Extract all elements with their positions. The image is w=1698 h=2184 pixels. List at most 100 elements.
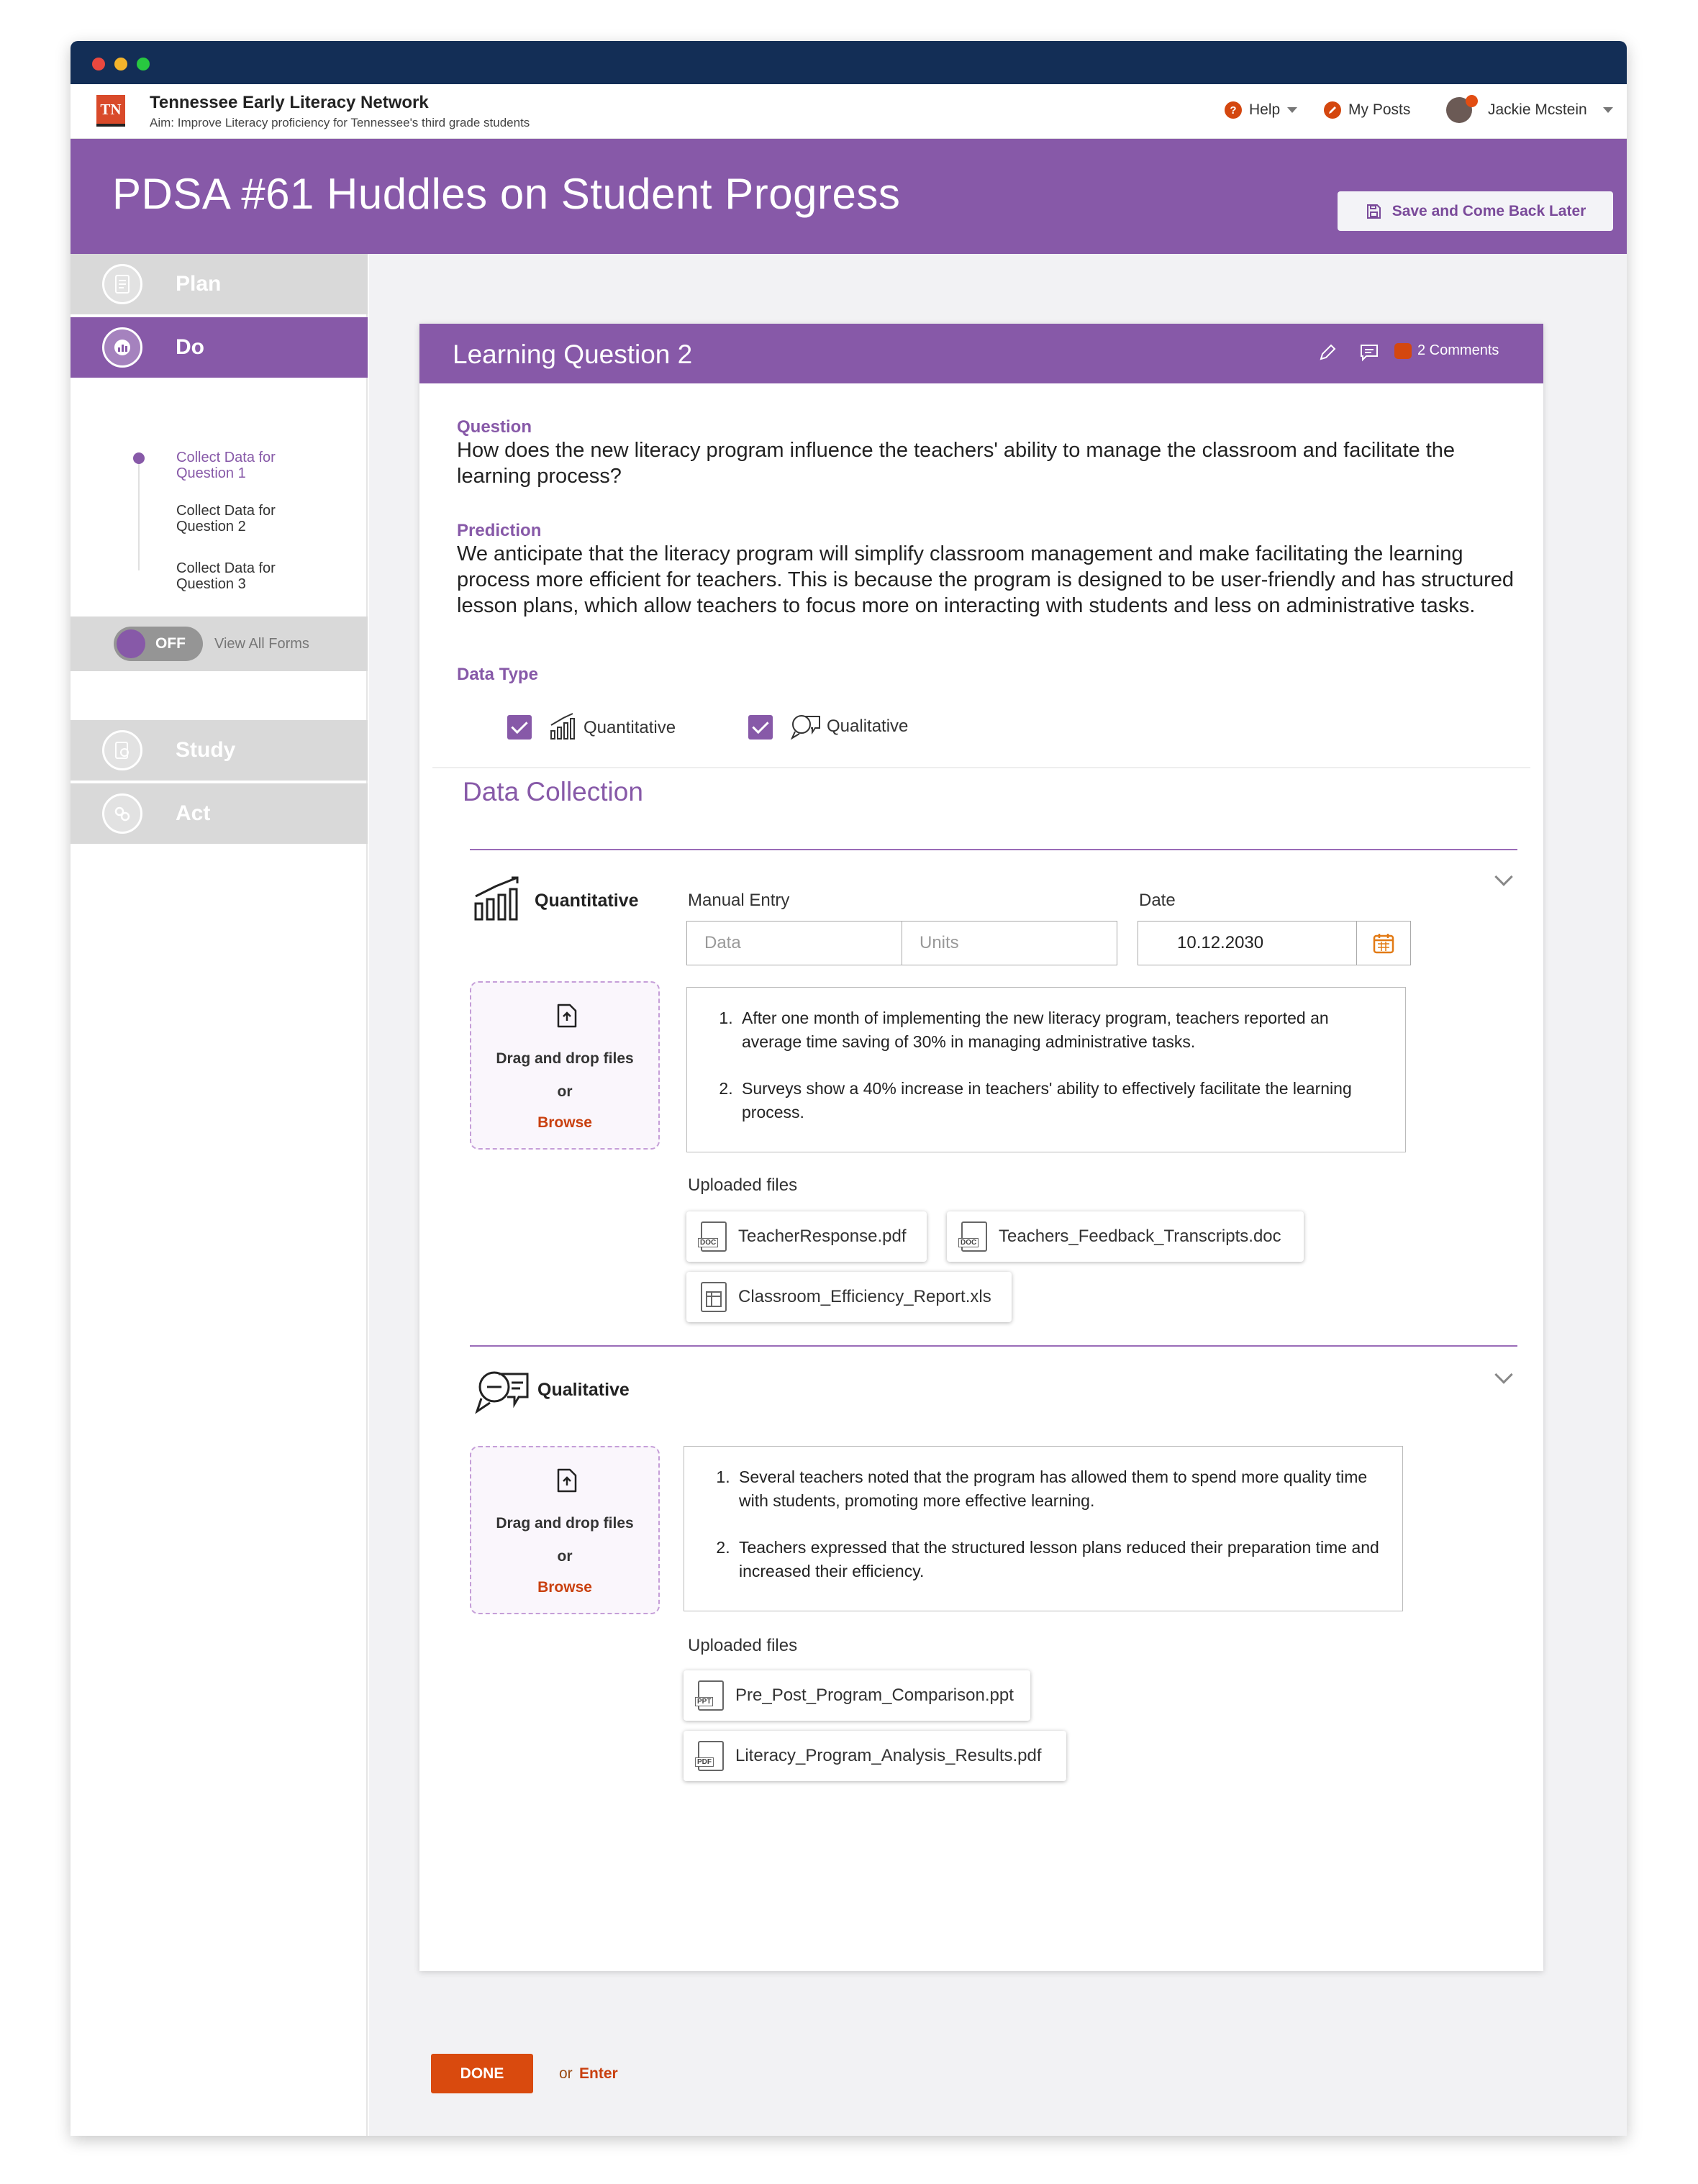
question-text: How does the new literacy program influe… [457, 439, 1456, 488]
quantitative-checkbox[interactable] [507, 715, 532, 740]
file-type-tag: DOC [958, 1238, 979, 1247]
qualitative-divider [470, 1345, 1517, 1347]
substep-question-2[interactable]: Collect Data for Question 2 [176, 503, 320, 534]
qualitative-conversation-icon [471, 1364, 532, 1428]
save-and-come-back-later-button[interactable]: Save and Come Back Later [1338, 191, 1613, 231]
calendar-button[interactable] [1356, 921, 1411, 965]
dropzone-or: or [557, 1548, 573, 1565]
dropzone-text: Drag and drop files [496, 1050, 634, 1067]
step-study[interactable]: Study [71, 720, 368, 781]
help-menu[interactable]: ? Help [1225, 101, 1298, 119]
pdf-file-icon: PDF [695, 1741, 724, 1771]
substep-question-3[interactable]: Collect Data for Question 3 [176, 560, 320, 592]
file-name: Pre_Post_Program_Comparison.ppt [735, 1685, 1014, 1705]
file-type-tag: PDF [695, 1757, 714, 1767]
step-do[interactable]: Do [71, 317, 368, 378]
chevron-down-icon[interactable] [1494, 1365, 1513, 1384]
file-chip[interactable]: PDF Literacy_Program_Analysis_Results.pd… [684, 1731, 1066, 1781]
page-header: PDSA #61 Huddles on Student Progress Sav… [71, 139, 1627, 254]
quantitative-notes[interactable]: After one month of implementing the new … [686, 987, 1406, 1152]
app-header: TN Tennessee Early Literacy Network Aim:… [71, 84, 1627, 139]
my-posts-link[interactable]: My Posts [1324, 101, 1410, 119]
pencil-icon [1324, 101, 1341, 119]
qualitative-checkbox[interactable] [748, 715, 773, 740]
view-all-forms-row: OFF View All Forms [71, 616, 368, 671]
tn-logo[interactable]: TN [96, 95, 125, 127]
question-label: Question [457, 417, 532, 437]
maximize-window-button[interactable] [137, 58, 150, 70]
comment-icon[interactable] [1359, 342, 1379, 366]
view-all-forms-label: View All Forms [214, 636, 309, 652]
step-plan-label: Plan [176, 272, 222, 296]
page-title: PDSA #61 Huddles on Student Progress [112, 170, 901, 218]
substep-track [138, 455, 140, 570]
file-name: Literacy_Program_Analysis_Results.pdf [735, 1746, 1042, 1765]
step-act-label: Act [176, 801, 211, 825]
help-label: Help [1249, 101, 1281, 118]
window-titlebar [71, 41, 1627, 84]
gears-icon [102, 793, 142, 834]
magnifier-document-icon [102, 730, 142, 770]
qualitative-section-title: Qualitative [537, 1380, 630, 1400]
card-title: Learning Question 2 [453, 340, 693, 369]
org-name: Tennessee Early Literacy Network [150, 93, 429, 112]
or-text: or [559, 2065, 573, 2082]
prediction-label: Prediction [457, 521, 542, 540]
user-name: Jackie Mcstein [1488, 101, 1587, 118]
file-name: Teachers_Feedback_Transcripts.doc [999, 1227, 1281, 1246]
step-plan[interactable]: Plan [71, 254, 368, 314]
uploaded-files-label: Uploaded files [688, 1175, 798, 1195]
file-chip[interactable]: DOC Teachers_Feedback_Transcripts.doc [947, 1211, 1304, 1262]
enter-shortcut: Enter [579, 2065, 618, 2082]
list-item: Several teachers noted that the program … [735, 1465, 1381, 1513]
close-window-button[interactable] [92, 58, 105, 70]
list-item: Teachers expressed that the structured l… [735, 1536, 1381, 1583]
edit-pencil-icon[interactable] [1317, 342, 1338, 366]
my-posts-label: My Posts [1348, 101, 1411, 118]
substep-question-1[interactable]: Collect Data for Question 1 [176, 450, 320, 481]
uploaded-files-label: Uploaded files [688, 1636, 798, 1655]
data-type-label: Data Type [457, 665, 538, 684]
qualitative-notes-list: Several teachers noted that the program … [727, 1465, 1381, 1583]
step-act[interactable]: Act [71, 783, 368, 844]
comments-button[interactable]: 2 Comments [1394, 342, 1499, 359]
doc-file-icon: DOC [958, 1221, 987, 1252]
save-label: Save and Come Back Later [1391, 202, 1586, 219]
done-button[interactable]: DONE [431, 2054, 533, 2093]
chart-people-icon [102, 327, 142, 368]
units-input[interactable]: Units [902, 921, 1117, 965]
minimize-window-button[interactable] [114, 58, 127, 70]
quantitative-dropzone[interactable]: Drag and drop files or Browse [470, 981, 660, 1150]
app-window: TN Tennessee Early Literacy Network Aim:… [71, 41, 1627, 2136]
user-menu[interactable]: Jackie Mcstein [1446, 95, 1613, 123]
toggle-state: OFF [155, 635, 186, 652]
file-chip[interactable]: DOC TeacherResponse.pdf [686, 1211, 927, 1262]
card-header: Learning Question 2 2 Comments [419, 324, 1543, 383]
data-input[interactable]: Data [686, 921, 902, 965]
file-chip[interactable]: Classroom_Efficiency_Report.xls [686, 1272, 1012, 1322]
spreadsheet-file-icon [701, 1282, 727, 1312]
qualitative-dropzone[interactable]: Drag and drop files or Browse [470, 1446, 660, 1614]
step-study-label: Study [176, 738, 236, 762]
quantitative-type-label: Quantitative [584, 718, 676, 737]
qualitative-notes[interactable]: Several teachers noted that the program … [684, 1446, 1403, 1611]
browse-button[interactable]: Browse [471, 1114, 658, 1132]
view-all-forms-toggle[interactable]: OFF [114, 627, 203, 661]
save-icon [1366, 204, 1381, 219]
calendar-icon [1373, 934, 1394, 954]
avatar [1446, 95, 1478, 123]
file-chip[interactable]: PPT Pre_Post_Program_Comparison.ppt [684, 1670, 1030, 1721]
chevron-down-icon [1287, 107, 1298, 113]
comments-badge-icon [1394, 342, 1412, 359]
date-input[interactable]: 10.12.2030 [1138, 921, 1358, 965]
browse-button[interactable]: Browse [471, 1579, 658, 1596]
bar-chart-icon [549, 712, 576, 745]
upload-file-icon [554, 1003, 578, 1032]
file-type-tag: PPT [695, 1697, 714, 1706]
pdsa-sidebar: Plan Do Collect Data for Question 1 Coll… [71, 254, 368, 2136]
main-content: Learning Question 2 2 Comments Question … [369, 254, 1627, 2136]
file-type-tag: DOC [698, 1238, 719, 1247]
chevron-down-icon[interactable] [1494, 868, 1513, 886]
org-aim: Aim: Improve Literacy proficiency for Te… [150, 116, 530, 129]
divider [432, 767, 1530, 768]
